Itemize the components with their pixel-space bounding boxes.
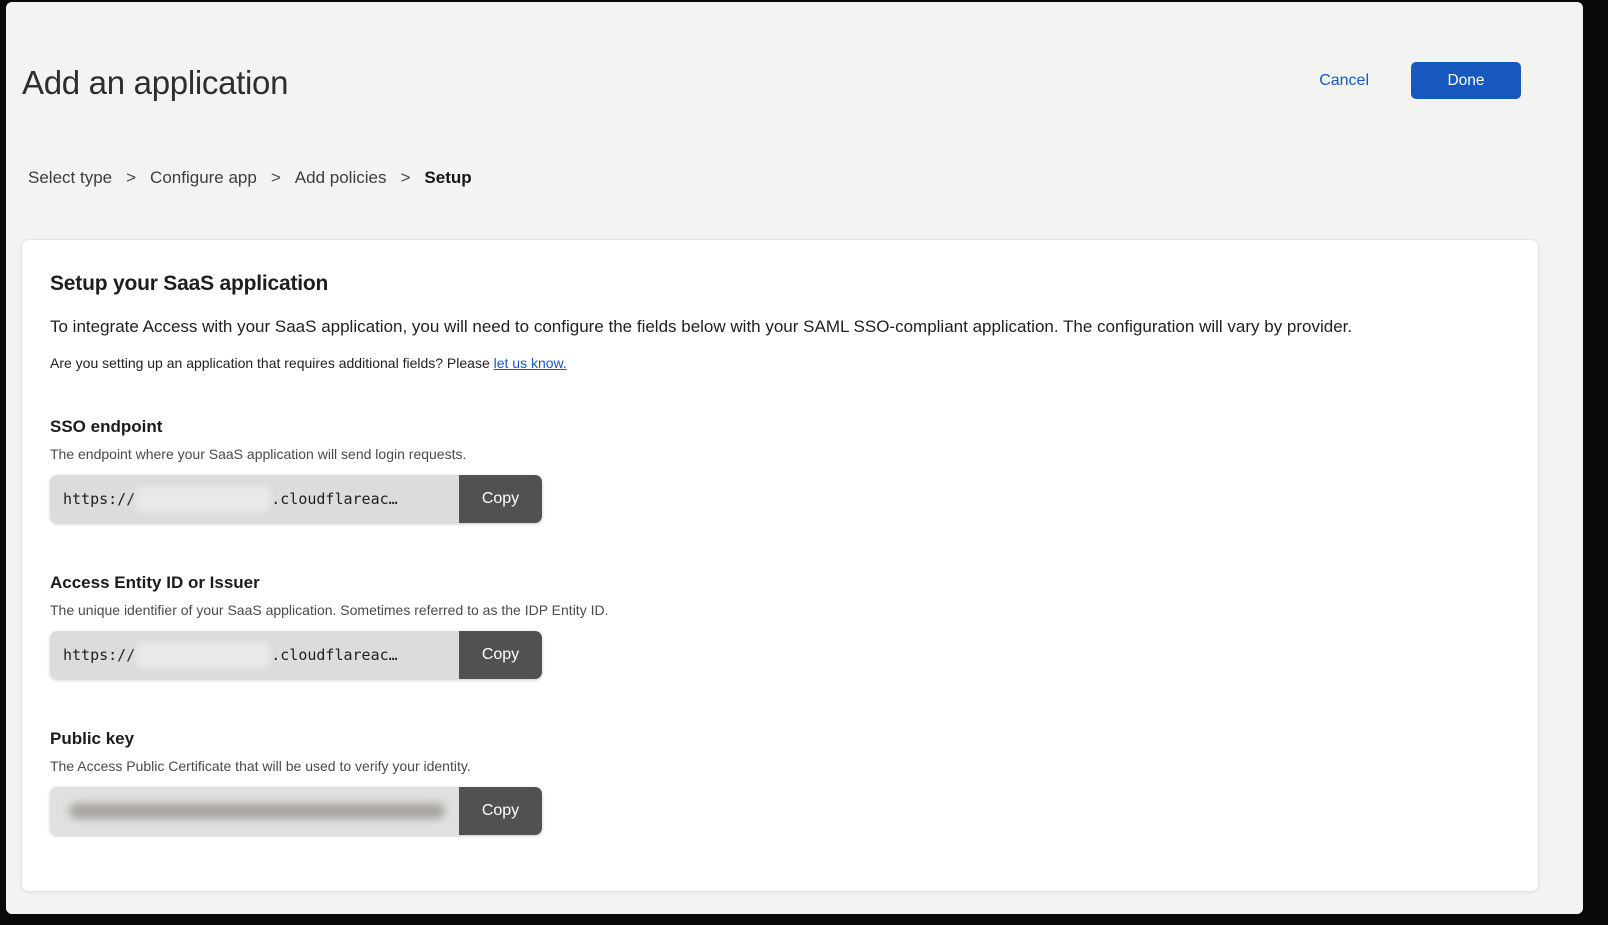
public-key-label: Public key <box>50 729 1510 749</box>
breadcrumb-step-configure-app[interactable]: Configure app <box>150 168 257 188</box>
entity-id-label: Access Entity ID or Issuer <box>50 573 1510 593</box>
redacted-certificate <box>69 803 445 819</box>
header-actions: Cancel Done <box>1319 62 1521 99</box>
public-key-section: Public key The Access Public Certificate… <box>50 729 1510 835</box>
entity-id-field: https://.cloudflareac… Copy <box>50 631 542 679</box>
card-note: Are you setting up an application that r… <box>50 355 1510 371</box>
breadcrumb-separator: > <box>400 168 410 188</box>
done-button[interactable]: Done <box>1411 62 1521 99</box>
entity-id-value: https://.cloudflareac… <box>50 631 459 679</box>
sso-endpoint-value: https://.cloudflareac… <box>50 475 459 523</box>
public-key-description: The Access Public Certificate that will … <box>50 758 1510 774</box>
breadcrumb-step-select-type[interactable]: Select type <box>28 168 112 188</box>
sso-endpoint-field: https://.cloudflareac… Copy <box>50 475 542 523</box>
card-heading: Setup your SaaS application <box>50 272 1510 296</box>
breadcrumb: Select type > Configure app > Add polici… <box>28 168 472 188</box>
sso-endpoint-section: SSO endpoint The endpoint where your Saa… <box>50 417 1510 523</box>
entity-id-copy-button[interactable]: Copy <box>459 631 542 679</box>
page-title: Add an application <box>22 64 288 102</box>
breadcrumb-step-setup: Setup <box>424 168 471 188</box>
let-us-know-link[interactable]: let us know. <box>494 355 567 371</box>
breadcrumb-separator: > <box>126 168 136 188</box>
breadcrumb-separator: > <box>271 168 281 188</box>
sso-endpoint-label: SSO endpoint <box>50 417 1510 437</box>
page-frame: Add an application Cancel Done Select ty… <box>6 2 1583 914</box>
public-key-field: Copy <box>50 787 542 835</box>
redacted-team-name <box>136 486 270 512</box>
public-key-value <box>50 787 459 835</box>
sso-endpoint-description: The endpoint where your SaaS application… <box>50 446 1510 462</box>
setup-card: Setup your SaaS application To integrate… <box>21 239 1539 892</box>
cancel-button[interactable]: Cancel <box>1319 72 1369 90</box>
redacted-team-name <box>136 642 270 668</box>
breadcrumb-step-add-policies[interactable]: Add policies <box>295 168 387 188</box>
public-key-copy-button[interactable]: Copy <box>459 787 542 835</box>
sso-endpoint-copy-button[interactable]: Copy <box>459 475 542 523</box>
entity-id-section: Access Entity ID or Issuer The unique id… <box>50 573 1510 679</box>
entity-id-description: The unique identifier of your SaaS appli… <box>50 602 1510 618</box>
card-note-text: Are you setting up an application that r… <box>50 355 494 371</box>
card-intro-text: To integrate Access with your SaaS appli… <box>50 317 1510 337</box>
